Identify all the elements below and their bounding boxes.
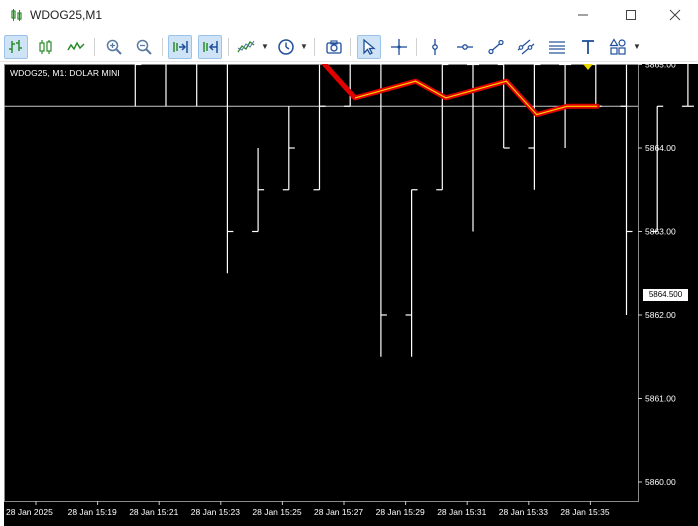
- text-button[interactable]: [576, 35, 600, 59]
- horizontal-line-button[interactable]: [453, 35, 477, 59]
- x-axis-tick-label: 28 Jan 15:25: [252, 507, 301, 517]
- bar-chart-button[interactable]: [4, 35, 28, 59]
- y-axis-tick-label: 5862.00: [645, 310, 676, 320]
- chart-window-icon: [11, 9, 22, 21]
- line-chart-icon: [67, 41, 85, 51]
- window-title: WDOG25,M1: [30, 8, 103, 22]
- crosshair-button[interactable]: [387, 35, 411, 59]
- autoscroll-button[interactable]: [168, 35, 192, 59]
- toolbar-separator: [416, 38, 417, 56]
- equidistant-channel-icon: [517, 39, 535, 55]
- toolbar-separator: [228, 38, 229, 56]
- autoscroll-icon: [173, 41, 188, 53]
- screenshot-icon: [326, 40, 342, 54]
- indicators-button[interactable]: [234, 35, 258, 59]
- x-axis-tick-label: 28 Jan 15:19: [68, 507, 117, 517]
- toolbar-separator: [162, 38, 163, 56]
- horizontal-line-icon: [457, 44, 473, 50]
- x-axis-tick-label: 28 Jan 15:29: [376, 507, 425, 517]
- fibonacci-icon: [549, 41, 565, 54]
- candlestick-chart-icon: [39, 40, 52, 54]
- toolbar-separator: [94, 38, 95, 56]
- y-axis-tick-label: 5865.00: [645, 64, 676, 70]
- zoom-in-icon: [106, 39, 122, 55]
- crosshair-icon: [391, 39, 407, 55]
- zoom-out-icon: [136, 39, 152, 55]
- chart-area[interactable]: 5869.005868.005867.005866.005865.005864.…: [4, 64, 698, 526]
- minimize-button[interactable]: [560, 0, 606, 30]
- equidistant-channel-button[interactable]: [514, 35, 538, 59]
- y-axis-tick-label: 5861.00: [645, 394, 676, 404]
- y-axis-tick-label: 5860.00: [645, 477, 676, 487]
- zoom-out-button[interactable]: [132, 35, 156, 59]
- text-icon: [582, 40, 594, 54]
- vertical-line-button[interactable]: [423, 35, 447, 59]
- cursor-button[interactable]: [357, 35, 381, 59]
- x-axis-tick-label: 28 Jan 15:27: [314, 507, 363, 517]
- zoom-in-button[interactable]: [102, 35, 126, 59]
- shapes-button[interactable]: [606, 35, 630, 59]
- x-axis-tick-label: 28 Jan 15:35: [560, 507, 609, 517]
- candlestick-chart-button[interactable]: [34, 35, 58, 59]
- x-axis-tick-label: 28 Jan 15:33: [499, 507, 548, 517]
- x-axis-tick-label: 28 Jan 15:21: [129, 507, 178, 517]
- line-chart-button[interactable]: [64, 35, 88, 59]
- y-axis-tick-label: 5864.00: [645, 143, 676, 153]
- maximize-button[interactable]: [608, 0, 654, 30]
- screenshot-button[interactable]: [322, 35, 346, 59]
- toolbar-separator: [314, 38, 315, 56]
- x-axis-tick-label: 28 Jan 15:31: [437, 507, 486, 517]
- periods-clock-icon: [278, 39, 294, 55]
- chart-symbol-label: WDOG25, M1: DOLAR MINI: [10, 68, 120, 78]
- price-chart: 5869.005868.005867.005866.005865.005864.…: [4, 64, 694, 517]
- indicators-icon: [237, 40, 255, 53]
- shapes-dropdown-icon[interactable]: ▼: [633, 42, 641, 51]
- chart-shift-icon: [203, 41, 218, 53]
- indicators-dropdown-icon[interactable]: ▼: [261, 42, 269, 51]
- toolbar-separator: [350, 38, 351, 56]
- chart-shift-button[interactable]: [198, 35, 222, 59]
- periods-button[interactable]: [274, 35, 298, 59]
- trendline-icon: [488, 39, 504, 55]
- chart-shift-marker[interactable]: [583, 64, 593, 70]
- x-axis-tick-label: 28 Jan 15:23: [191, 507, 240, 517]
- bar-chart-icon: [9, 40, 22, 53]
- cursor-icon: [363, 38, 376, 55]
- title-bar: WDOG25,M1: [0, 0, 698, 30]
- minimize-icon: [578, 14, 588, 16]
- plot-frame: [4, 64, 639, 502]
- current-price-label: 5864.500: [643, 289, 688, 301]
- trendline-button[interactable]: [484, 35, 508, 59]
- terminal-window: WDOG25,M1 ▼ ▼ ▼ 5865.00 5864.00 5863.00 …: [0, 0, 698, 526]
- vertical-line-icon: [432, 39, 438, 55]
- fibonacci-button[interactable]: [545, 35, 569, 59]
- periods-dropdown-icon[interactable]: ▼: [300, 42, 308, 51]
- x-axis-tick-label: 28 Jan 2025: [6, 507, 53, 517]
- chart-toolbar: ▼ ▼ ▼: [0, 32, 698, 62]
- y-axis-tick-label: 5863.00: [645, 227, 676, 237]
- close-button[interactable]: [652, 0, 698, 30]
- close-icon: [669, 9, 681, 21]
- maximize-icon: [626, 10, 636, 20]
- shapes-icon: [609, 38, 626, 55]
